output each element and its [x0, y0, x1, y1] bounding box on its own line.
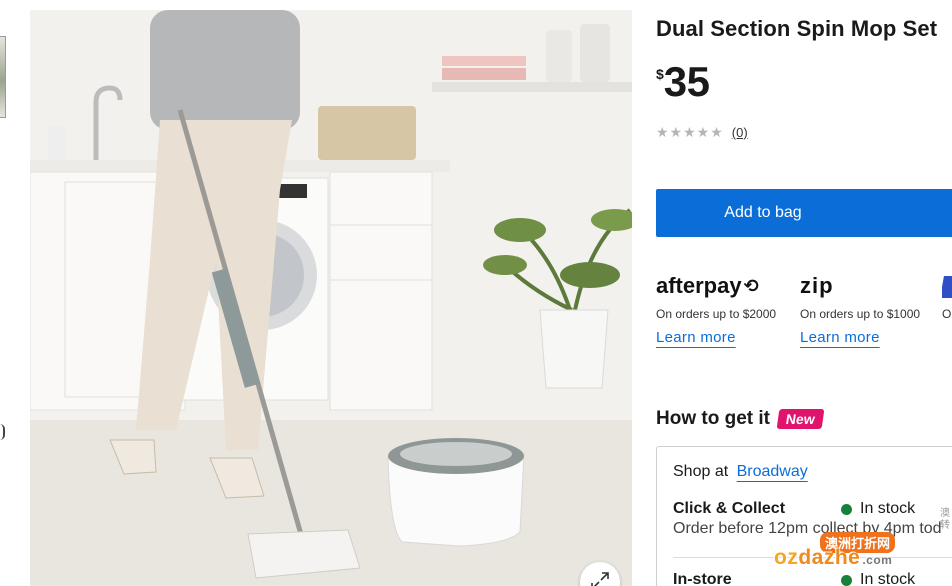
watermark-brand: ozdazhe .com	[774, 546, 892, 570]
review-count-link[interactable]: (0)	[732, 125, 748, 140]
watermark: 澳洲打折网 ozdazhe .com	[764, 530, 952, 586]
product-title: Dual Section Spin Mop Set	[656, 16, 938, 41]
product-photo	[30, 10, 632, 586]
zip-logo: zip	[800, 272, 930, 300]
thumbnail-image[interactable]	[0, 36, 6, 118]
third-payment-description: O $1	[942, 307, 952, 321]
new-badge: New	[776, 409, 825, 429]
payment-option-afterpay: afterpay ⟲ On orders up to $2000 Learn mo…	[656, 272, 786, 347]
payment-option-third: O $1	[942, 272, 952, 323]
shop-at-label: Shop at	[673, 463, 729, 480]
zip-logo-text: zip	[800, 273, 834, 298]
rating: ★★★★★ (0)	[656, 124, 748, 141]
watermark-side-text: 澳 转	[940, 508, 950, 531]
watermark-domain: .com	[862, 553, 893, 567]
section-title: How to get it	[656, 408, 770, 429]
product-details: Dual Section Spin Mop Set $35 ★★★★★ (0) …	[656, 0, 952, 586]
payment-logo-icon	[942, 276, 952, 298]
watermark-main: dazhe	[798, 546, 861, 569]
afterpay-learn-more-link[interactable]: Learn more	[656, 329, 736, 346]
expand-arrows-icon	[591, 572, 609, 586]
shop-at-row: Shop at Broadway	[673, 463, 808, 481]
afterpay-description: On orders up to $2000	[656, 307, 777, 321]
in-store-title: In-store	[673, 571, 732, 586]
chevron-left-icon[interactable]	[0, 424, 5, 440]
click-collect-status: In stock	[841, 500, 915, 518]
store-link[interactable]: Broadway	[737, 463, 808, 480]
currency-symbol: $	[656, 66, 664, 82]
click-collect-status-text: In stock	[860, 500, 916, 517]
in-stock-dot-icon	[841, 503, 852, 515]
afterpay-logo: afterpay ⟲	[656, 272, 786, 300]
payment-option-zip: zip On orders up to $1000 Learn more	[800, 272, 930, 347]
thumbnail-strip	[0, 0, 8, 586]
zip-learn-more-link[interactable]: Learn more	[800, 329, 880, 346]
zip-description: On orders up to $1000	[800, 307, 921, 321]
click-collect-title: Click & Collect	[673, 500, 786, 517]
star-rating-icon: ★★★★★	[656, 124, 724, 140]
add-to-bag-button[interactable]: Add to bag	[656, 189, 952, 237]
product-price: $35	[656, 58, 710, 106]
price-amount: 35	[663, 58, 710, 105]
afterpay-logo-text: afterpay	[656, 273, 742, 298]
product-image[interactable]	[30, 10, 632, 586]
watermark-prefix: oz	[774, 546, 799, 569]
afterpay-loop-icon: ⟲	[743, 275, 759, 296]
how-to-get-it-heading: How to get it New	[656, 408, 825, 430]
